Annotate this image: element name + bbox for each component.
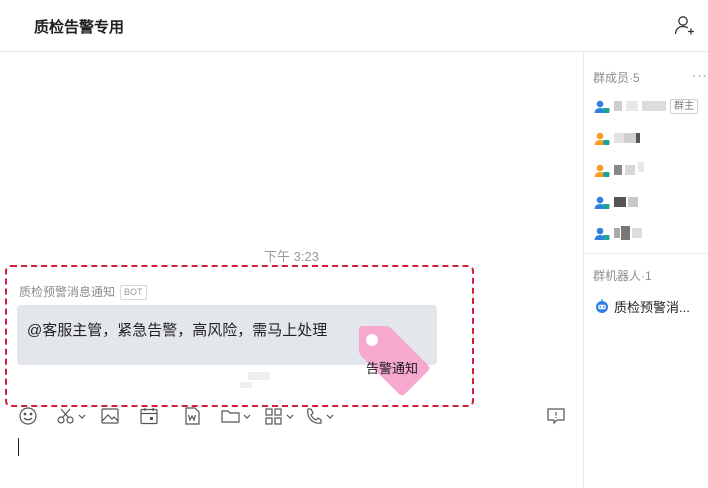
more-options-button[interactable]: ··· [692,68,708,83]
members-title: 群成员·5 [593,71,640,85]
chat-header: 质检告警专用 [0,0,708,52]
image-icon[interactable] [100,404,120,428]
blurred-name [625,165,635,175]
blurred-name [628,197,638,207]
blurred-name [636,133,640,143]
blurred-content [248,372,270,380]
blurred-name [638,162,644,172]
blurred-name [614,228,620,238]
bot-name: 质检预警消... [614,300,690,315]
blurred-name [614,165,622,175]
phone-icon[interactable] [304,404,336,428]
feedback-icon[interactable] [546,404,566,428]
add-user-icon[interactable] [674,14,696,36]
blurred-content [240,382,252,388]
blurred-name [624,133,636,143]
user-icon [594,132,610,145]
apps-icon[interactable] [264,404,296,428]
folder-icon[interactable] [220,404,252,428]
bot-badge: BOT [120,285,147,300]
bots-title: 群机器人·1 [593,269,652,283]
word-doc-icon[interactable] [182,404,202,428]
blurred-name [642,101,666,111]
scissors-icon[interactable] [56,404,86,428]
owner-badge: 群主 [670,99,698,114]
blurred-name [614,197,626,207]
user-icon [594,196,610,209]
user-icon [594,227,610,240]
member-item[interactable] [594,162,704,182]
sender-name: 质检预警消息通知 [19,285,116,299]
chat-title: 质检告警专用 [34,19,125,36]
message-sender: 质检预警消息通知 BOT [19,283,147,300]
blurred-name [614,133,624,143]
user-icon [594,164,610,177]
section-divider [584,253,708,254]
robot-icon [596,299,608,313]
member-item[interactable] [594,194,704,214]
user-icon [594,100,610,113]
group-sidebar: 群成员·5 ··· 群主 群机器人·1 质检预警消... [584,52,708,488]
emoji-icon[interactable] [18,404,38,428]
blurred-name [614,101,622,111]
member-item[interactable] [594,225,704,245]
composer-toolbar [14,404,574,430]
chat-area: 下午 3:23 质检预警消息通知 BOT @客服主管，紧急告警，高风险，需马上处理… [0,52,583,488]
message-text: @客服主管，紧急告警，高风险，需马上处理 [27,322,328,339]
message-timestamp: 下午 3:23 [264,249,319,264]
text-cursor [18,438,19,456]
member-item[interactable] [594,130,704,150]
member-item[interactable]: 群主 [594,98,704,118]
blurred-name [626,101,638,111]
blurred-name [632,228,642,238]
message-bubble[interactable]: @客服主管，紧急告警，高风险，需马上处理 [17,305,437,365]
calendar-icon[interactable] [139,404,159,428]
blurred-name [621,226,630,240]
